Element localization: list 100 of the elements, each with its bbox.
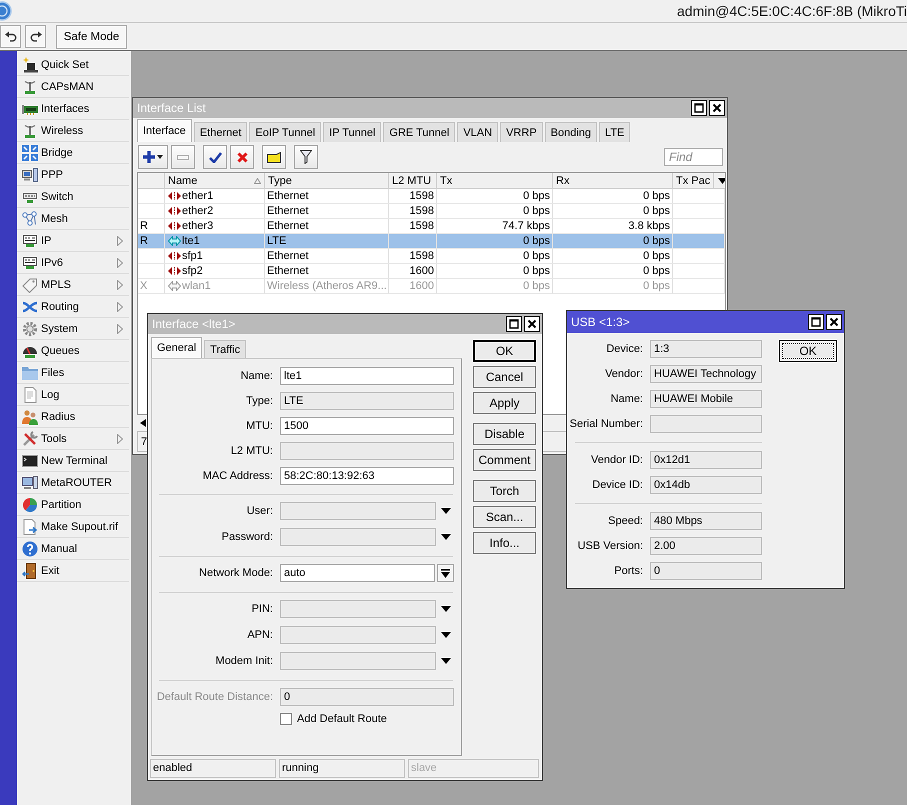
dropdown-arrow-icon[interactable] xyxy=(441,658,451,664)
select-field[interactable]: auto xyxy=(280,564,435,582)
text-field[interactable]: 0x14db xyxy=(650,476,762,494)
tab[interactable]: GRE Tunnel xyxy=(383,122,456,142)
dialog-button[interactable]: Torch xyxy=(473,480,536,502)
column-header[interactable]: Rx xyxy=(553,173,673,189)
combo-field[interactable] xyxy=(280,626,436,644)
tab[interactable]: Interface xyxy=(137,119,192,142)
menu-item[interactable]: Exit xyxy=(17,560,129,582)
table-row[interactable]: ether2 Ethernet 1598 0 bps 0 bps xyxy=(138,204,725,219)
dialog-button[interactable]: Apply xyxy=(473,392,536,414)
tab[interactable]: IP Tunnel xyxy=(323,122,382,142)
menu-item[interactable]: IPv6 xyxy=(17,252,129,274)
table-row[interactable]: ether1 Ethernet 1598 0 bps 0 bps xyxy=(138,189,725,204)
dialog-button[interactable]: Comment xyxy=(473,449,536,471)
menu-item[interactable]: Partition xyxy=(17,494,129,516)
tab[interactable]: EoIP Tunnel xyxy=(249,122,322,142)
add-button[interactable] xyxy=(138,145,168,169)
menu-item[interactable]: MetaROUTER xyxy=(17,472,129,494)
dialog-button[interactable]: Info... xyxy=(473,532,536,554)
disable-button[interactable] xyxy=(230,145,254,169)
dialog-button[interactable]: Scan... xyxy=(473,506,536,528)
tag-icon xyxy=(22,276,38,292)
table-row[interactable]: sfp2 Ethernet 1600 0 bps 0 bps xyxy=(138,264,725,279)
column-header[interactable]: Type xyxy=(265,173,389,189)
dropdown-button[interactable] xyxy=(437,564,454,582)
table-row[interactable]: R lte1 LTE 0 bps 0 bps xyxy=(138,234,725,249)
text-field[interactable]: 1500 xyxy=(280,417,454,435)
combo-field[interactable] xyxy=(280,528,436,546)
menu-item[interactable]: Files xyxy=(17,362,129,384)
tab[interactable]: LTE xyxy=(599,122,630,142)
menu-item[interactable]: Interfaces xyxy=(17,98,129,120)
comment-button[interactable] xyxy=(262,145,286,169)
combo-field[interactable] xyxy=(280,502,436,520)
checkbox[interactable] xyxy=(280,712,292,724)
text-field[interactable]: 1:3 xyxy=(650,340,762,358)
table-row[interactable]: sfp1 Ethernet 1598 0 bps 0 bps xyxy=(138,249,725,264)
tab[interactable]: Traffic xyxy=(204,340,246,358)
menu-item[interactable]: Tools xyxy=(17,428,129,450)
dialog-button[interactable]: Cancel xyxy=(473,366,536,388)
text-field[interactable]: 58:2C:80:13:92:63 xyxy=(280,467,454,485)
dropdown-arrow-icon[interactable] xyxy=(441,508,451,514)
column-header[interactable]: Tx Pac xyxy=(673,173,714,189)
tab[interactable]: Ethernet xyxy=(194,122,248,142)
text-field[interactable]: LTE xyxy=(280,392,454,410)
tab[interactable]: VRRP xyxy=(500,122,543,142)
menu-item[interactable]: Radius xyxy=(17,406,129,428)
text-field[interactable]: 0 xyxy=(650,562,762,580)
menu-item[interactable]: MPLS xyxy=(17,274,129,296)
close-button[interactable] xyxy=(826,314,842,330)
safe-mode-button[interactable]: Safe Mode xyxy=(56,24,127,48)
tab[interactable]: Bonding xyxy=(544,122,598,142)
undo-button[interactable] xyxy=(0,25,21,48)
tab[interactable]: General xyxy=(151,337,202,358)
dialog-button[interactable]: Disable xyxy=(473,423,536,445)
menu-item[interactable]: Log xyxy=(17,384,129,406)
text-field[interactable] xyxy=(280,442,454,460)
close-button[interactable] xyxy=(709,100,725,116)
menu-item[interactable]: Wireless xyxy=(17,120,129,142)
dialog-button[interactable]: OK xyxy=(779,340,837,362)
tab[interactable]: VLAN xyxy=(457,122,498,142)
dropdown-arrow-icon[interactable] xyxy=(441,632,451,638)
antenna-icon xyxy=(22,122,38,138)
menu-item[interactable]: Queues xyxy=(17,340,129,362)
menu-item[interactable]: New Terminal xyxy=(17,450,129,472)
tools-icon xyxy=(22,430,38,446)
text-field[interactable]: 2.00 xyxy=(650,537,762,555)
dropdown-arrow-icon[interactable] xyxy=(441,534,451,540)
redo-button[interactable] xyxy=(25,25,46,48)
dialog-button[interactable]: OK xyxy=(473,340,536,362)
filter-button[interactable] xyxy=(294,145,318,169)
enable-button[interactable] xyxy=(203,145,227,169)
menu-item[interactable]: PPP xyxy=(17,164,129,186)
text-field[interactable]: 0x12d1 xyxy=(650,451,762,469)
menu-item[interactable]: Quick Set xyxy=(17,54,129,76)
menu-item[interactable]: System xyxy=(17,318,129,340)
table-cell: 0 bps xyxy=(553,204,673,219)
menu-item[interactable]: Manual xyxy=(17,538,129,560)
menu-item[interactable]: Mesh xyxy=(17,208,129,230)
text-field[interactable]: HUAWEI Technology xyxy=(650,365,762,383)
menu-item[interactable]: Make Supout.rif xyxy=(17,516,129,538)
combo-field[interactable] xyxy=(280,600,436,618)
text-field[interactable]: HUAWEI Mobile xyxy=(650,390,762,408)
maximize-button[interactable] xyxy=(691,100,707,116)
dropdown-arrow-icon[interactable] xyxy=(441,606,451,612)
text-field[interactable]: lte1 xyxy=(280,367,454,385)
column-header[interactable]: Name xyxy=(165,173,265,189)
menu-item[interactable]: Bridge xyxy=(17,142,129,164)
text-field[interactable]: 480 Mbps xyxy=(650,512,762,530)
menu-item[interactable]: Switch xyxy=(17,186,129,208)
maximize-button[interactable] xyxy=(506,316,522,332)
column-header[interactable]: L2 MTU xyxy=(389,173,437,189)
menu-item[interactable]: Routing xyxy=(17,296,129,318)
close-button[interactable] xyxy=(524,316,540,332)
menu-item[interactable]: CAPsMAN xyxy=(17,76,129,98)
combo-field[interactable] xyxy=(280,652,436,670)
maximize-button[interactable] xyxy=(808,314,824,330)
column-header[interactable]: Tx xyxy=(437,173,553,189)
menu-item[interactable]: IP xyxy=(17,230,129,252)
text-field[interactable] xyxy=(650,415,762,433)
